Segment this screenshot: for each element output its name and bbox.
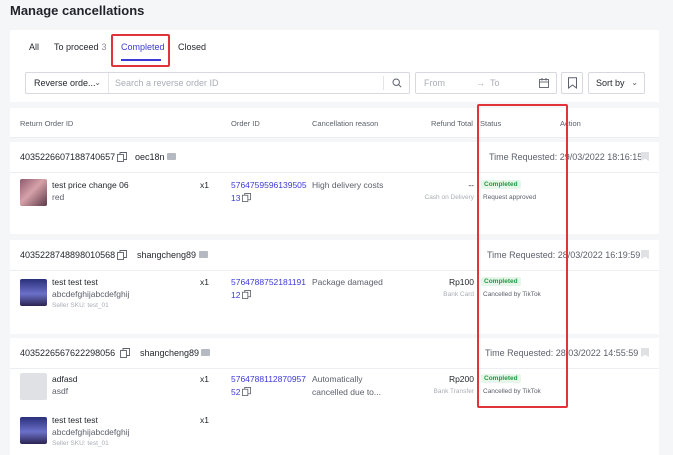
sort-label: Sort by <box>596 78 625 88</box>
product-name: test test test <box>52 415 98 425</box>
tab-label: All <box>29 42 40 52</box>
chevron-down-icon: ⌄ <box>94 78 101 87</box>
quantity: x1 <box>200 415 209 425</box>
buyer-name[interactable]: oec18n <box>135 152 165 162</box>
quantity: x1 <box>200 277 209 287</box>
calendar-icon <box>539 78 549 88</box>
return-order-id: 4035226607188740657 <box>20 152 116 162</box>
product-image <box>20 373 47 400</box>
copy-icon[interactable] <box>120 348 130 358</box>
tab-all[interactable]: All <box>29 42 39 52</box>
cancellation-reason: Automatically cancelled due to... <box>312 374 381 397</box>
date-arrow: → <box>476 78 485 88</box>
copy-icon[interactable] <box>242 290 252 299</box>
search-bar: Reverse orde... ⌄ Search a reverse order … <box>25 72 410 94</box>
sort-by-select[interactable]: Sort by ⌄ <box>588 72 645 94</box>
flag-icon[interactable] <box>641 250 649 259</box>
product-variant: asdf <box>52 386 69 396</box>
saved-filters-button[interactable] <box>561 72 583 94</box>
product-variant: red <box>52 192 65 202</box>
search-input[interactable]: Search a reverse order ID <box>115 73 219 93</box>
date-range-picker[interactable]: From → To <box>415 72 557 94</box>
order-id-link[interactable]: 576475959613950513 <box>231 179 307 205</box>
product-image <box>20 279 47 306</box>
product-image <box>20 179 47 206</box>
product-image <box>20 417 47 444</box>
tab-count: 3 <box>101 42 107 52</box>
cancellation-reason: Package damaged <box>312 277 383 287</box>
refund-total: Rp100 <box>448 277 474 287</box>
order-id-link[interactable]: 576478811287095752 <box>231 373 307 399</box>
refund-method: Cash on Delivery <box>424 194 475 201</box>
product-name: test test test <box>52 277 98 287</box>
chat-icon[interactable] <box>167 153 176 160</box>
copy-icon[interactable] <box>117 250 127 260</box>
column-header: Return Order ID <box>20 119 74 128</box>
chat-icon[interactable] <box>199 251 208 258</box>
return-order-id: 4035228748898010568 <box>20 250 116 260</box>
return-order-id: 4035226567622298056 <box>20 348 116 358</box>
buyer-name[interactable]: shangcheng89 <box>140 348 199 358</box>
product-name: adfasd <box>52 374 78 384</box>
date-to: To <box>490 78 500 88</box>
tab-label: To proceed <box>54 42 99 52</box>
search-type-label: Reverse orde... <box>34 78 96 88</box>
table-row: test test test abcdefghijabcdefghij Sell… <box>10 409 659 455</box>
search-type-select[interactable]: Reverse orde... ⌄ <box>26 73 109 93</box>
flag-icon[interactable] <box>641 348 649 357</box>
copy-icon[interactable] <box>117 152 127 162</box>
seller-sku: Seller SKU: test_01 <box>52 440 109 447</box>
search-icon[interactable] <box>392 78 402 88</box>
bookmark-icon <box>568 77 577 89</box>
refund-total: Rp200 <box>448 374 474 384</box>
product-name: test price change 06 <box>52 180 129 190</box>
quantity: x1 <box>200 374 209 384</box>
copy-icon[interactable] <box>242 193 252 202</box>
product-variant: abcdefghijabcdefghij <box>52 289 130 299</box>
highlight-box-completed-tab <box>111 34 170 67</box>
date-from: From <box>424 78 445 88</box>
cancellation-reason: High delivery costs <box>312 180 384 190</box>
copy-icon[interactable] <box>242 387 252 396</box>
search-divider <box>383 76 384 90</box>
refund-total: -- <box>468 180 474 190</box>
tab-label: Closed <box>178 42 207 52</box>
highlight-box-status-column <box>477 104 568 408</box>
chat-icon[interactable] <box>201 349 210 356</box>
quantity: x1 <box>200 180 209 190</box>
column-header: Cancellation reason <box>312 119 379 128</box>
flag-icon[interactable] <box>641 152 649 161</box>
order-id-link[interactable]: 576478875218119112 <box>231 276 307 302</box>
buyer-name[interactable]: shangcheng89 <box>137 250 196 260</box>
column-header: Order ID <box>231 119 260 128</box>
page-title: Manage cancellations <box>10 3 145 18</box>
refund-method: Bank Transfer <box>433 388 474 395</box>
refund-method: Bank Card <box>443 291 474 298</box>
tab-closed[interactable]: Closed <box>178 42 206 52</box>
product-variant: abcdefghijabcdefghij <box>52 427 130 437</box>
chevron-down-icon: ⌄ <box>631 78 638 87</box>
column-header: Refund Total <box>431 119 473 128</box>
tab-to-proceed[interactable]: To proceed 3 <box>54 42 107 52</box>
seller-sku: Seller SKU: test_01 <box>52 302 109 309</box>
